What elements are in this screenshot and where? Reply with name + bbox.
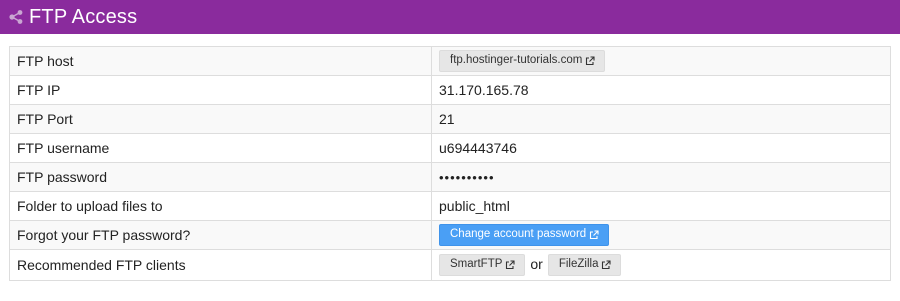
change-account-password-button[interactable]: Change account password [439,224,610,246]
panel-header: FTP Access [0,0,900,34]
table-row: FTP host ftp.hostinger-tutorials.com [9,46,891,76]
table-row: FTP IP 31.170.165.78 [9,75,891,105]
row-label: FTP Port [9,104,432,134]
row-label: Recommended FTP clients [9,249,432,281]
row-label: FTP host [9,46,432,76]
row-value: ftp.hostinger-tutorials.com [431,46,891,76]
row-label: Forgot your FTP password? [9,220,432,250]
filezilla-button[interactable]: FileZilla [547,254,622,276]
ftp-access-table: FTP host ftp.hostinger-tutorials.com FTP… [9,46,891,281]
external-link-icon [506,260,515,270]
ftp-username-value: u694443746 [431,133,891,163]
row-label: Folder to upload files to [9,191,432,221]
ftp-port-value: 21 [431,104,891,134]
or-separator: or [530,255,543,272]
page-title: FTP Access [29,5,138,28]
share-nodes-icon [9,10,23,24]
smartftp-button[interactable]: SmartFTP [439,254,526,276]
external-link-icon [586,56,595,66]
table-row: FTP Port 21 [9,104,891,134]
table-row: Forgot your FTP password? Change account… [9,220,891,250]
row-label: FTP IP [9,75,432,105]
row-value: SmartFTP or FileZilla [431,249,891,281]
table-row: Recommended FTP clients SmartFTP or File… [9,249,891,281]
row-value: Change account password [431,220,891,250]
ftp-password-value: •••••••••• [431,162,891,192]
upload-folder-value: public_html [431,191,891,221]
external-link-icon [590,230,599,240]
ftp-ip-value: 31.170.165.78 [431,75,891,105]
row-label: FTP password [9,162,432,192]
external-link-icon [602,260,612,270]
table-row: Folder to upload files to public_html [9,191,891,221]
table-row: FTP password •••••••••• [9,162,891,192]
table-row: FTP username u694443746 [9,133,891,163]
row-label: FTP username [9,133,432,163]
ftp-host-button[interactable]: ftp.hostinger-tutorials.com [439,50,606,72]
